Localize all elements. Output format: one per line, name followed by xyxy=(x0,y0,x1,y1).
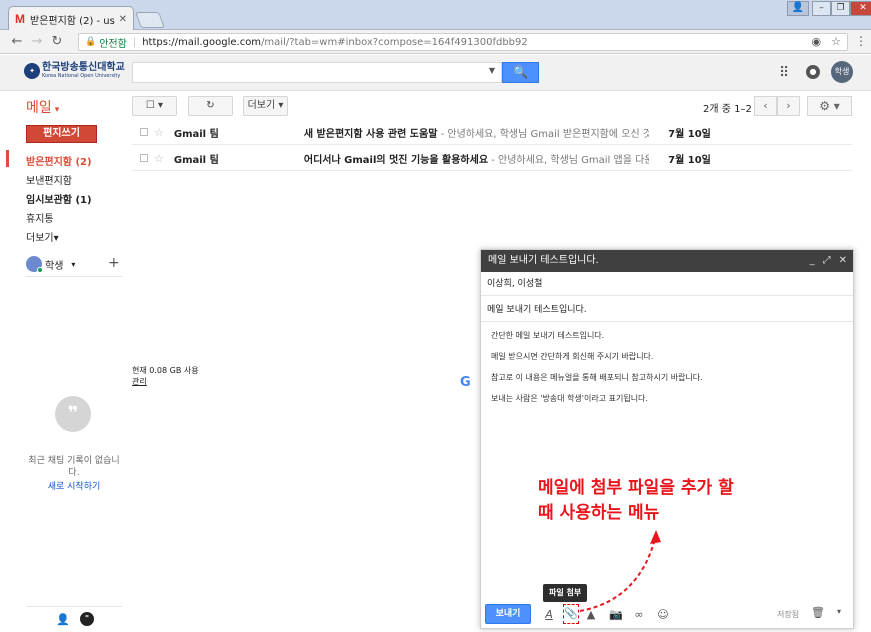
annotation-arrow xyxy=(579,530,661,612)
